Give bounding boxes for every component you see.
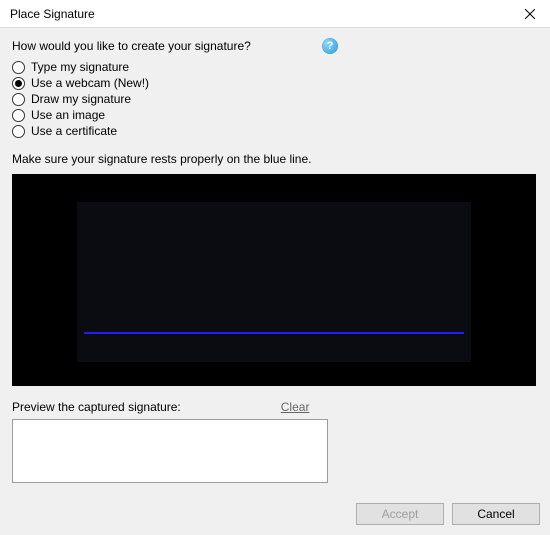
dialog-buttons: Accept Cancel xyxy=(356,503,540,525)
signature-method-radios: Type my signature Use a webcam (New!) Dr… xyxy=(12,60,538,138)
close-icon xyxy=(525,9,535,19)
radio-icon xyxy=(12,109,25,122)
dialog-content: How would you like to create your signat… xyxy=(0,28,550,495)
radio-use-certificate[interactable]: Use a certificate xyxy=(12,124,538,138)
close-button[interactable] xyxy=(510,0,550,28)
radio-label: Use a certificate xyxy=(31,124,117,138)
radio-icon xyxy=(12,93,25,106)
preview-row: Preview the captured signature: Clear xyxy=(12,400,538,414)
titlebar: Place Signature xyxy=(0,0,550,28)
preview-label: Preview the captured signature: xyxy=(12,400,181,414)
window-title: Place Signature xyxy=(10,7,95,21)
signature-preview-box xyxy=(12,419,328,483)
radio-label: Draw my signature xyxy=(31,92,131,106)
prompt-text: How would you like to create your signat… xyxy=(12,39,251,53)
radio-label: Use a webcam (New!) xyxy=(31,76,149,90)
radio-icon xyxy=(12,61,25,74)
accept-button[interactable]: Accept xyxy=(356,503,444,525)
signature-guide-line xyxy=(84,332,464,334)
webcam-capture-area xyxy=(12,174,536,386)
prompt-row: How would you like to create your signat… xyxy=(12,38,538,54)
instruction-text: Make sure your signature rests properly … xyxy=(12,152,538,166)
radio-icon xyxy=(12,77,25,90)
webcam-frame xyxy=(77,202,471,362)
cancel-button[interactable]: Cancel xyxy=(452,503,540,525)
radio-label: Use an image xyxy=(31,108,105,122)
radio-label: Type my signature xyxy=(31,60,129,74)
radio-type-signature[interactable]: Type my signature xyxy=(12,60,538,74)
help-icon[interactable]: ? xyxy=(322,38,338,54)
clear-link[interactable]: Clear xyxy=(281,400,310,414)
radio-use-image[interactable]: Use an image xyxy=(12,108,538,122)
radio-draw-signature[interactable]: Draw my signature xyxy=(12,92,538,106)
radio-use-webcam[interactable]: Use a webcam (New!) xyxy=(12,76,538,90)
radio-icon xyxy=(12,125,25,138)
